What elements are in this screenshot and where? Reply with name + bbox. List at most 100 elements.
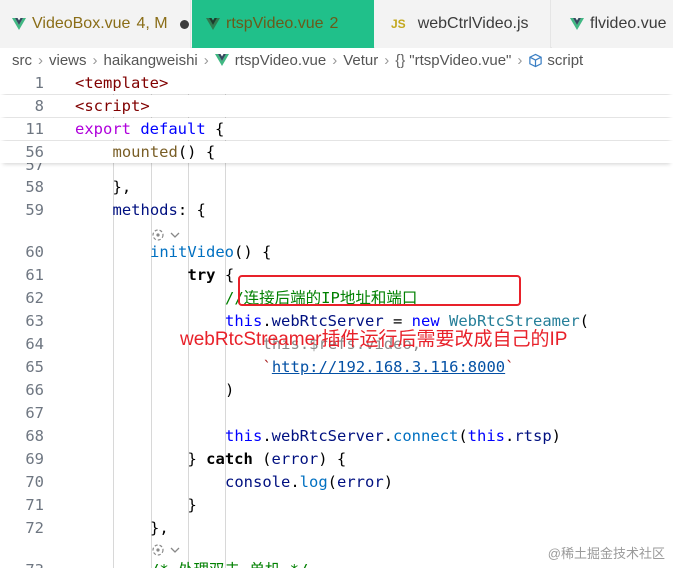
code-token: webRtcServer <box>271 427 384 445</box>
url-link[interactable]: http://192.168.3.116:8000 <box>272 358 505 376</box>
code-text[interactable]: } catch (error) { <box>188 448 347 470</box>
code-token: ( <box>252 450 272 468</box>
code-token: ( <box>579 312 589 330</box>
code-token: . <box>290 473 300 491</box>
code-text[interactable]: } <box>188 494 197 516</box>
code-token: connect <box>393 427 459 445</box>
code-line[interactable]: 67 <box>0 402 673 424</box>
tab-label: flvideo.vue <box>590 15 667 32</box>
code-token: ( <box>458 427 468 445</box>
code-token: /* 处理双击 单机 */ <box>150 561 308 568</box>
code-text[interactable]: methods: { <box>113 199 206 221</box>
code-text[interactable]: }, <box>150 517 169 539</box>
code-token: . <box>262 427 272 445</box>
code-token: try <box>187 266 216 284</box>
tab-rtspvideo-vue[interactable]: rtspVideo.vue 2 <box>192 0 374 48</box>
vue-file-icon <box>12 17 26 31</box>
code-text[interactable]: export default { <box>75 118 224 140</box>
code-token: default <box>140 120 206 138</box>
chevron-right-icon: › <box>517 51 523 69</box>
code-text[interactable]: }, <box>113 176 132 198</box>
code-token: mounted <box>112 143 178 161</box>
code-line[interactable]: 69} catch (error) { <box>0 448 673 470</box>
code-text[interactable]: <template> <box>75 72 168 94</box>
codelens-icon[interactable] <box>150 540 181 560</box>
breadcrumb-item-file[interactable]: rtspVideo.vue <box>235 52 326 69</box>
breadcrumb-item-src[interactable]: src <box>12 52 32 69</box>
code-line[interactable]: 68 this.webRtcServer.connect(this.rtsp) <box>0 425 673 447</box>
code-token: this <box>467 427 505 445</box>
tab-label: rtspVideo.vue <box>226 15 324 32</box>
breadcrumb-item-component[interactable]: "rtspVideo.vue" <box>409 52 511 69</box>
line-number: 11 <box>25 120 44 138</box>
code-editor[interactable]: 1 <template> 8 <script> 11 export default {56… <box>0 72 673 568</box>
code-token: <script> <box>75 97 150 115</box>
code-line[interactable]: 11 export default { <box>0 118 673 140</box>
line-number: 59 <box>25 201 44 219</box>
code-token: } <box>187 450 207 468</box>
code-line[interactable]: 1 <template> <box>0 72 673 94</box>
breadcrumb-item-vetur[interactable]: Vetur <box>343 52 378 69</box>
tab-webctrlvideo-js[interactable]: JS webCtrlVideo.js <box>375 0 551 48</box>
code-text[interactable]: console.log(error) <box>225 471 393 493</box>
code-text[interactable]: `http://192.168.3.116:8000` <box>263 356 515 378</box>
code-text[interactable]: <script> <box>75 95 150 117</box>
code-line[interactable]: 65 `http://192.168.3.116:8000` <box>0 356 673 378</box>
code-line[interactable]: 8 <script> <box>0 95 673 117</box>
code-token: console <box>225 473 291 491</box>
code-token: error <box>337 473 384 491</box>
code-text[interactable]: mounted() { <box>113 141 216 163</box>
code-token: <template> <box>75 74 169 92</box>
tab-label: VideoBox.vue <box>32 15 131 32</box>
code-token: export <box>75 120 131 138</box>
code-line[interactable]: 66) <box>0 379 673 401</box>
line-number: 63 <box>25 312 44 330</box>
code-line[interactable]: 72}, <box>0 517 673 539</box>
code-token: log <box>299 473 328 491</box>
chevron-right-icon: › <box>92 51 98 69</box>
breadcrumb-item-folder[interactable]: haikangweishi <box>104 52 198 69</box>
chevron-right-icon: › <box>384 51 390 69</box>
code-token: rtsp <box>514 427 552 445</box>
breadcrumb-item-views[interactable]: views <box>49 52 87 69</box>
line-number: 62 <box>25 289 44 307</box>
code-token: { <box>215 266 235 284</box>
line-number: 8 <box>34 97 44 115</box>
code-line[interactable]: 59 methods: { <box>0 199 673 221</box>
chevron-right-icon: › <box>332 51 338 69</box>
line-number: 1 <box>34 74 44 92</box>
vue-file-icon <box>206 17 220 31</box>
tab-videobox-vue[interactable]: VideoBox.vue 4, M <box>0 0 191 48</box>
code-line[interactable]: 58}, <box>0 176 673 198</box>
line-number: 72 <box>25 519 44 537</box>
code-token: { <box>205 120 225 138</box>
breadcrumb-item-script[interactable]: script <box>547 52 583 69</box>
code-text[interactable]: ) <box>225 379 234 401</box>
code-token: ) <box>551 427 562 445</box>
chevron-right-icon: › <box>38 51 43 69</box>
code-text[interactable]: initVideo() { <box>150 241 271 263</box>
code-token: ) <box>225 381 235 399</box>
code-token: initVideo <box>150 243 234 261</box>
line-number: 65 <box>25 358 44 376</box>
unsaved-dot-icon[interactable] <box>179 19 189 29</box>
line-number: 70 <box>25 473 44 491</box>
code-line[interactable]: 70 console.log(error) <box>0 471 673 493</box>
code-token: methods <box>112 201 178 219</box>
line-number: 68 <box>25 427 44 445</box>
highlight-box <box>238 275 521 306</box>
code-text[interactable]: /* 处理双击 单机 */ <box>150 559 308 568</box>
code-token: catch <box>206 450 253 468</box>
code-text[interactable]: try { <box>188 264 235 286</box>
line-number: 66 <box>25 381 44 399</box>
code-line[interactable]: 60 initVideo() { <box>0 241 673 263</box>
cube-icon <box>528 53 543 68</box>
tab-flvideo-vue[interactable]: flvideo.vue <box>552 0 673 48</box>
code-token: () { <box>177 143 216 161</box>
code-text[interactable]: this.webRtcServer.connect(this.rtsp) <box>225 425 561 447</box>
line-number: 71 <box>25 496 44 514</box>
code-line[interactable]: 71} <box>0 494 673 516</box>
js-file-icon: JS <box>391 17 406 31</box>
code-line[interactable]: 56 mounted() { <box>0 141 673 163</box>
code-token: () { <box>234 243 272 261</box>
